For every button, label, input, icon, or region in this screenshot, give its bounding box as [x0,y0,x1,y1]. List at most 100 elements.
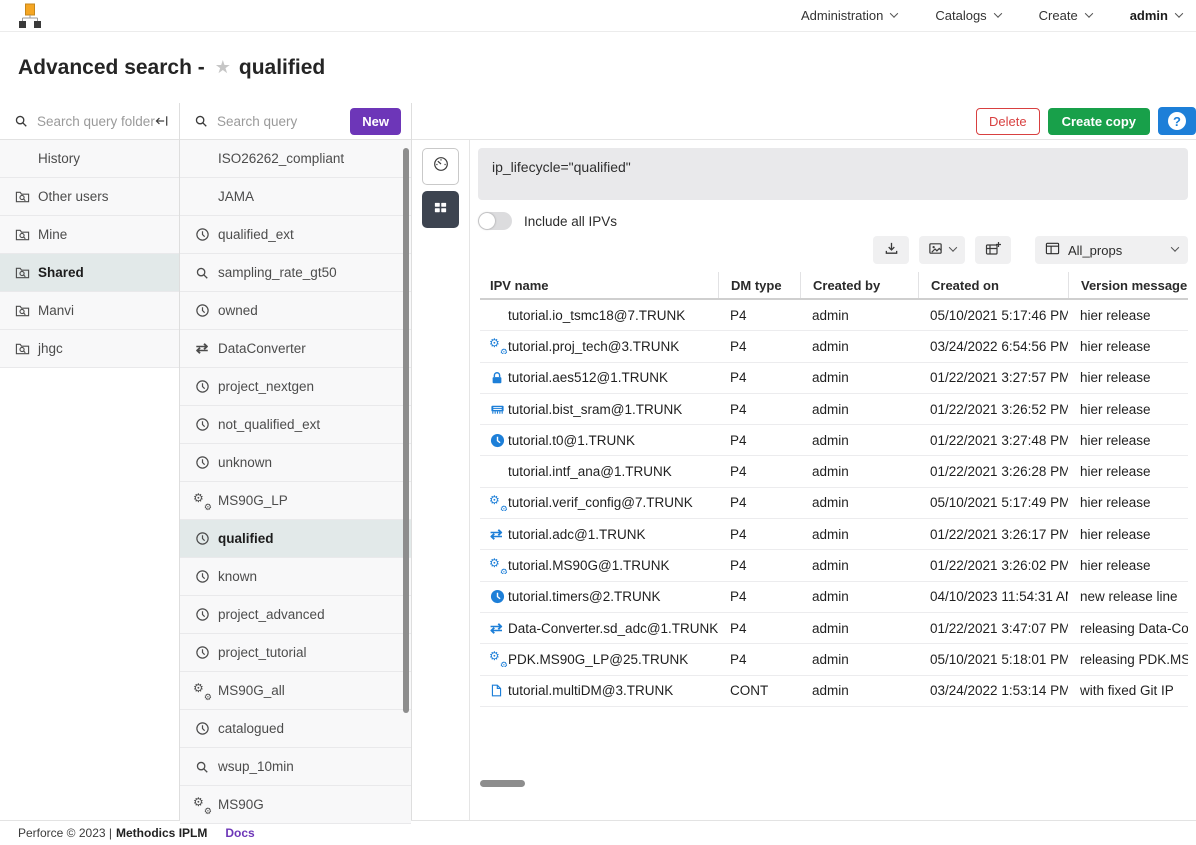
ipv-type-icon: ⚙⚙ [490,338,508,354]
copyright-text: Perforce © 2023 | [18,826,112,840]
queries-search-input[interactable] [217,114,350,129]
table-row[interactable]: ⚙⚙ PDK.MS90G_LP@25.TRUNK P4 admin 05/10/… [480,644,1188,675]
table-view-button[interactable] [422,191,459,228]
ipv-type-icon [490,589,508,604]
table-add-icon [985,241,1001,260]
docs-link[interactable]: Docs [225,826,254,840]
ipv-name-cell: ⚙⚙ tutorial.verif_config@7.TRUNK [480,495,718,511]
delete-button[interactable]: Delete [976,108,1040,135]
top-nav-item[interactable]: admin [1130,8,1182,23]
table-row[interactable]: tutorial.bist_sram@1.TRUNK P4 admin 01/2… [480,394,1188,425]
table-toolbar: All_props [478,236,1188,264]
table-row[interactable]: ⇄ Data-Converter.sd_adc@1.TRUNK P4 admin… [480,613,1188,644]
add-table-button[interactable] [975,236,1011,264]
ipv-name-cell: ⚙⚙ PDK.MS90G_LP@25.TRUNK [480,651,718,667]
query-list-item[interactable]: wsup_10min [180,748,411,786]
folder-list-item[interactable]: Shared [0,254,179,292]
include-all-ipvs-toggle[interactable] [478,212,512,230]
folder-list-item[interactable]: Mine [0,216,179,254]
ipv-name-cell: tutorial.aes512@1.TRUNK [480,370,718,385]
folder-search-icon [14,189,30,204]
query-list-item[interactable]: known [180,558,411,596]
ipv-type-icon: ⚙⚙ [490,495,508,511]
query-list-item[interactable]: ISO26262_compliant [180,140,411,178]
column-header-dm-type[interactable]: DM type [718,272,800,298]
include-all-ipvs-label: Include all IPVs [524,214,617,229]
top-nav-item-label: Administration [801,8,883,23]
toggle-knob [479,213,495,229]
collapse-panel-icon[interactable] [155,115,169,127]
favorite-star-icon[interactable]: ★ [215,57,231,78]
folders-search-input[interactable] [37,114,155,129]
query-list-item[interactable]: project_nextgen [180,368,411,406]
app-logo[interactable] [16,2,44,30]
top-nav: Administration Catalogs Create admin [801,8,1182,23]
vertical-scrollbar[interactable] [403,148,409,713]
table-row[interactable]: ⇄ tutorial.adc@1.TRUNK P4 admin 01/22/20… [480,519,1188,550]
folder-list-item[interactable]: jhgc [0,330,179,368]
query-type-icon [194,760,210,774]
table-row[interactable]: tutorial.timers@2.TRUNK P4 admin 04/10/2… [480,582,1188,613]
gauge-icon [433,156,449,177]
dm-type-cell: P4 [718,527,800,542]
query-list-item-label: project_advanced [218,607,325,622]
query-list-item-label: qualified_ext [218,227,294,242]
created-by-cell: admin [800,433,918,448]
query-list-item[interactable]: JAMA [180,178,411,216]
query-list-item[interactable]: owned [180,292,411,330]
query-list-item[interactable]: ⇄ DataConverter [180,330,411,368]
created-by-cell: admin [800,652,918,667]
query-list-item[interactable]: sampling_rate_gt50 [180,254,411,292]
query-list-item[interactable]: catalogued [180,710,411,748]
query-expression-box[interactable]: ip_lifecycle="qualified" [478,148,1188,200]
created-on-cell: 03/24/2022 1:53:14 PM [918,683,1068,698]
table-row[interactable]: tutorial.multiDM@3.TRUNK CONT admin 03/2… [480,676,1188,707]
dm-type-cell: P4 [718,621,800,636]
column-header-created-on[interactable]: Created on [918,272,1068,298]
ipv-name-text: tutorial.multiDM@3.TRUNK [508,683,673,698]
export-image-button[interactable] [919,236,965,264]
ipv-name-cell: tutorial.multiDM@3.TRUNK [480,683,718,698]
query-list-item[interactable]: qualified [180,520,411,558]
folder-list-item[interactable]: History [0,140,179,178]
column-header-version-message[interactable]: Version message ↑ [1068,272,1188,298]
dm-type-cell: P4 [718,464,800,479]
query-list-item[interactable]: qualified_ext [180,216,411,254]
chevron-down-icon [1175,9,1183,17]
folder-list-item[interactable]: Other users [0,178,179,216]
dashboard-view-button[interactable] [422,148,459,185]
help-button[interactable]: ? [1158,107,1196,135]
query-list-item[interactable]: not_qualified_ext [180,406,411,444]
create-copy-button[interactable]: Create copy [1048,108,1150,135]
new-query-button[interactable]: New [350,108,401,135]
dm-type-cell: P4 [718,652,800,667]
query-list-item[interactable]: project_tutorial [180,634,411,672]
table-row[interactable]: tutorial.t0@1.TRUNK P4 admin 01/22/2021 … [480,425,1188,456]
props-select[interactable]: All_props [1035,236,1188,264]
folder-list-item[interactable]: Manvi [0,292,179,330]
query-list-item[interactable]: ⚙⚙ MS90G [180,786,411,824]
table-row[interactable]: ⚙⚙ tutorial.MS90G@1.TRUNK P4 admin 01/22… [480,550,1188,581]
download-button[interactable] [873,236,909,264]
query-list-item[interactable]: ⚙⚙ MS90G_LP [180,482,411,520]
top-nav-item[interactable]: Create [1039,8,1092,23]
top-nav-item[interactable]: Administration [801,8,897,23]
results-area: ip_lifecycle="qualified" Include all IPV… [470,140,1196,820]
top-nav-item[interactable]: Catalogs [935,8,1000,23]
table-row[interactable]: tutorial.intf_ana@1.TRUNK P4 admin 01/22… [480,456,1188,487]
column-header-created-by[interactable]: Created by [800,272,918,298]
table-header-row: IPV name DM type Created by Created on V… [480,272,1188,300]
created-by-cell: admin [800,308,918,323]
horizontal-scrollbar[interactable] [480,780,525,787]
column-header-ipv-name[interactable]: IPV name [480,272,718,298]
table-row[interactable]: tutorial.io_tsmc18@7.TRUNK P4 admin 05/1… [480,300,1188,331]
created-on-cell: 05/10/2021 5:17:49 PM [918,495,1068,510]
table-row[interactable]: ⚙⚙ tutorial.verif_config@7.TRUNK P4 admi… [480,488,1188,519]
query-list-item[interactable]: ⚙⚙ MS90G_all [180,672,411,710]
table-row[interactable]: ⚙⚙ tutorial.proj_tech@3.TRUNK P4 admin 0… [480,331,1188,362]
ipv-name-text: tutorial.t0@1.TRUNK [508,433,635,448]
query-list-item[interactable]: project_advanced [180,596,411,634]
table-row[interactable]: tutorial.aes512@1.TRUNK P4 admin 01/22/2… [480,363,1188,394]
query-list-item[interactable]: unknown [180,444,411,482]
folder-search-icon [14,303,30,318]
